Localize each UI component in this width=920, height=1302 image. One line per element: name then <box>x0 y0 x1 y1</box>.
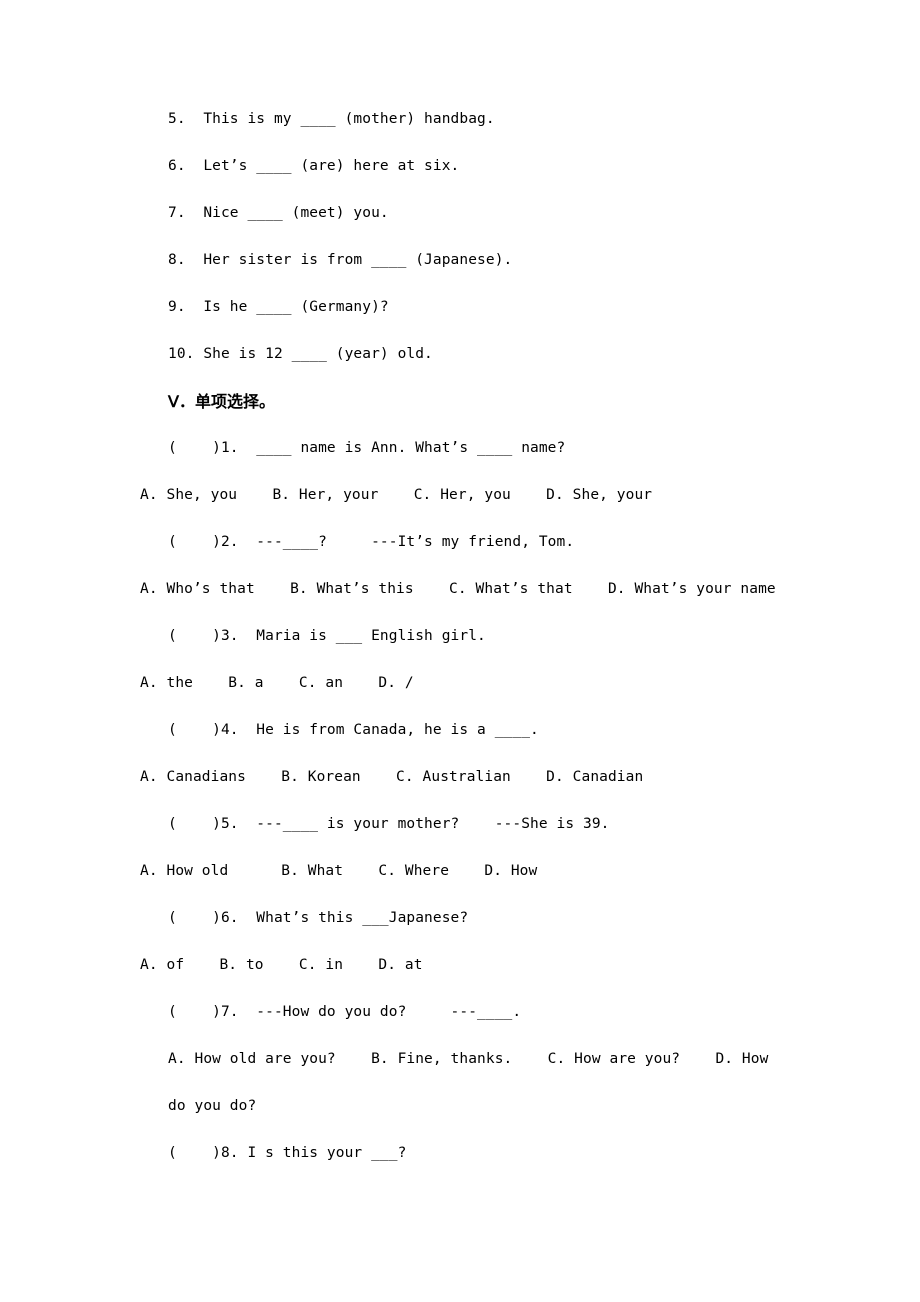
mc-question-6: ( )6. What’s this ___Japanese? <box>168 910 469 926</box>
fill-in-blank-item-8: 8. Her sister is from ____ (Japanese). <box>168 252 513 268</box>
mc-question-4: ( )4. He is from Canada, he is a ____. <box>168 722 539 738</box>
document-page: 5. This is my ____ (mother) handbag. 6. … <box>0 0 920 1302</box>
mc-options-6: A. of B. to C. in D. at <box>140 957 423 973</box>
fill-in-blank-item-6: 6. Let’s ____ (are) here at six. <box>168 158 460 174</box>
mc-question-7: ( )7. ---How do you do? ---____. <box>168 1004 522 1020</box>
mc-options-5: A. How old B. What C. Where D. How <box>140 863 538 879</box>
section-heading-multiple-choice: Ⅴ．单项选择。 <box>168 392 275 411</box>
mc-options-4: A. Canadians B. Korean C. Australian D. … <box>140 769 644 785</box>
mc-question-8: ( )8. I s this your ___? <box>168 1145 407 1161</box>
mc-question-2: ( )2. ---____? ---It’s my friend, Tom. <box>168 534 575 550</box>
page-content: 5. This is my ____ (mother) handbag. 6. … <box>140 96 790 1177</box>
fill-in-blank-item-5: 5. This is my ____ (mother) handbag. <box>168 111 495 127</box>
mc-options-7: A. How old are you? B. Fine, thanks. C. … <box>168 1051 778 1114</box>
mc-question-1: ( )1. ____ name is Ann. What’s ____ name… <box>168 440 566 456</box>
mc-options-2: A. Who’s that B. What’s this C. What’s t… <box>140 581 776 597</box>
mc-options-3: A. the B. a C. an D. / <box>140 675 414 691</box>
mc-question-3: ( )3. Maria is ___ English girl. <box>168 628 486 644</box>
fill-in-blank-item-10: 10. She is 12 ____ (year) old. <box>168 346 433 362</box>
fill-in-blank-item-7: 7. Nice ____ (meet) you. <box>168 205 389 221</box>
fill-in-blank-item-9: 9. Is he ____ (Germany)? <box>168 299 389 315</box>
mc-question-5: ( )5. ---____ is your mother? ---She is … <box>168 816 610 832</box>
mc-options-1: A. She, you B. Her, your C. Her, you D. … <box>140 487 653 503</box>
